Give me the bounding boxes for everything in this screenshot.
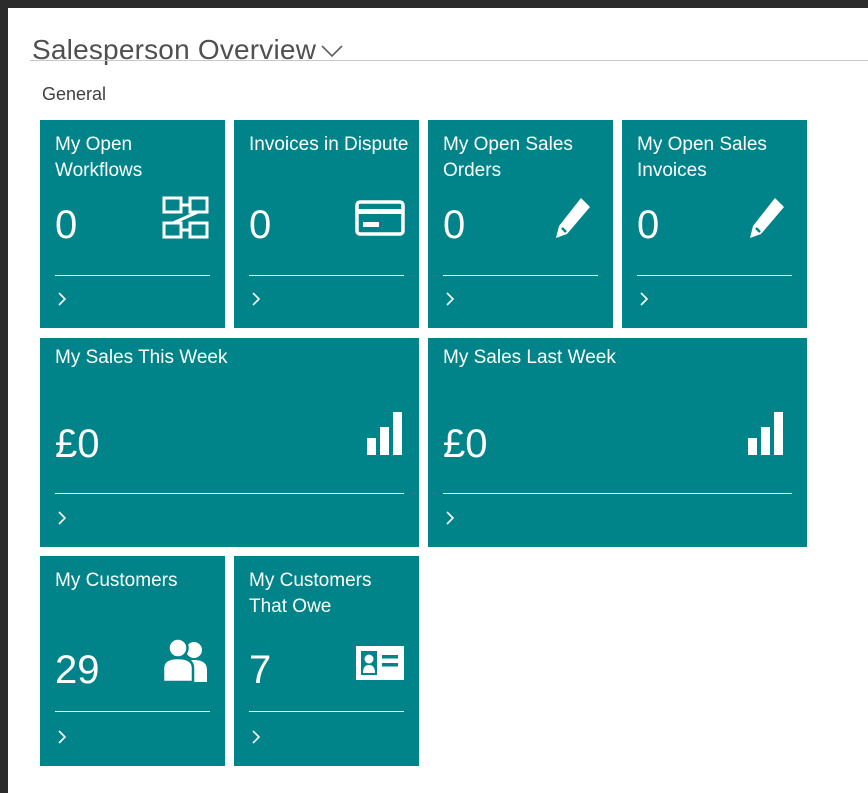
tile-divider	[249, 275, 404, 276]
tile-invoices-in-dispute[interactable]: Invoices in Dispute 0	[234, 120, 419, 328]
tile-title: My Customers That Owe	[249, 570, 372, 617]
chevron-right-icon[interactable]	[57, 510, 67, 526]
tile-title: My Open Workflows	[55, 134, 143, 181]
tile-my-open-sales-orders[interactable]: My Open Sales Orders 0	[428, 120, 613, 328]
people-icon	[161, 638, 207, 684]
chevron-right-icon[interactable]	[251, 291, 261, 307]
tile-title: My Sales Last Week	[443, 347, 616, 368]
chevron-right-icon[interactable]	[251, 729, 261, 745]
tile-title: My Open Sales Invoices	[637, 134, 767, 181]
tile-my-open-sales-invoices[interactable]: My Open Sales Invoices 0	[622, 120, 807, 328]
chevron-right-icon[interactable]	[445, 291, 455, 307]
tile-title: My Sales This Week	[55, 347, 228, 368]
section-label-general: General	[42, 84, 107, 104]
id-card-icon	[356, 646, 404, 680]
workflow-icon	[162, 196, 209, 239]
chevron-right-icon[interactable]	[639, 291, 649, 307]
page-title: Salesperson Overview	[32, 34, 317, 65]
chevron-right-icon[interactable]	[57, 291, 67, 307]
tile-my-customers-that-owe[interactable]: My Customers That Owe 7	[234, 556, 419, 766]
tile-value: 0	[249, 203, 272, 247]
chevron-right-icon[interactable]	[445, 510, 455, 526]
tile-divider	[249, 711, 404, 712]
tile-title: My Customers	[55, 570, 178, 591]
header-divider	[30, 60, 868, 61]
tile-divider	[55, 493, 404, 494]
tile-value: £0	[443, 422, 488, 466]
tile-my-customers[interactable]: My Customers 29	[40, 556, 225, 766]
tile-value: 0	[443, 203, 466, 247]
tile-value: £0	[55, 422, 100, 466]
tile-value: 0	[55, 203, 78, 247]
pencil-icon	[556, 198, 590, 238]
bar-chart-icon	[748, 412, 783, 455]
salesperson-overview-panel: Salesperson Overview General My Open Wor…	[8, 8, 868, 793]
tile-value: 7	[249, 648, 272, 692]
tile-title: My Open Sales Orders	[443, 134, 573, 181]
bar-chart-icon	[367, 412, 402, 455]
tile-my-sales-last-week[interactable]: My Sales Last Week £0	[428, 338, 807, 547]
tile-divider	[443, 275, 598, 276]
chevron-down-icon	[321, 45, 343, 58]
tile-divider	[637, 275, 792, 276]
tile-my-open-workflows[interactable]: My Open Workflows 0	[40, 120, 225, 328]
chevron-right-icon[interactable]	[57, 729, 67, 745]
pencil-icon	[750, 198, 784, 238]
page-title-dropdown[interactable]: Salesperson Overview	[32, 32, 344, 68]
tile-value: 29	[55, 648, 100, 692]
tile-title: Invoices in Dispute	[249, 134, 409, 155]
tile-divider	[55, 275, 210, 276]
tile-my-sales-this-week[interactable]: My Sales This Week £0	[40, 338, 419, 547]
tile-divider	[443, 493, 792, 494]
credit-card-icon	[355, 200, 405, 236]
tile-value: 0	[637, 203, 660, 247]
tile-divider	[55, 711, 210, 712]
